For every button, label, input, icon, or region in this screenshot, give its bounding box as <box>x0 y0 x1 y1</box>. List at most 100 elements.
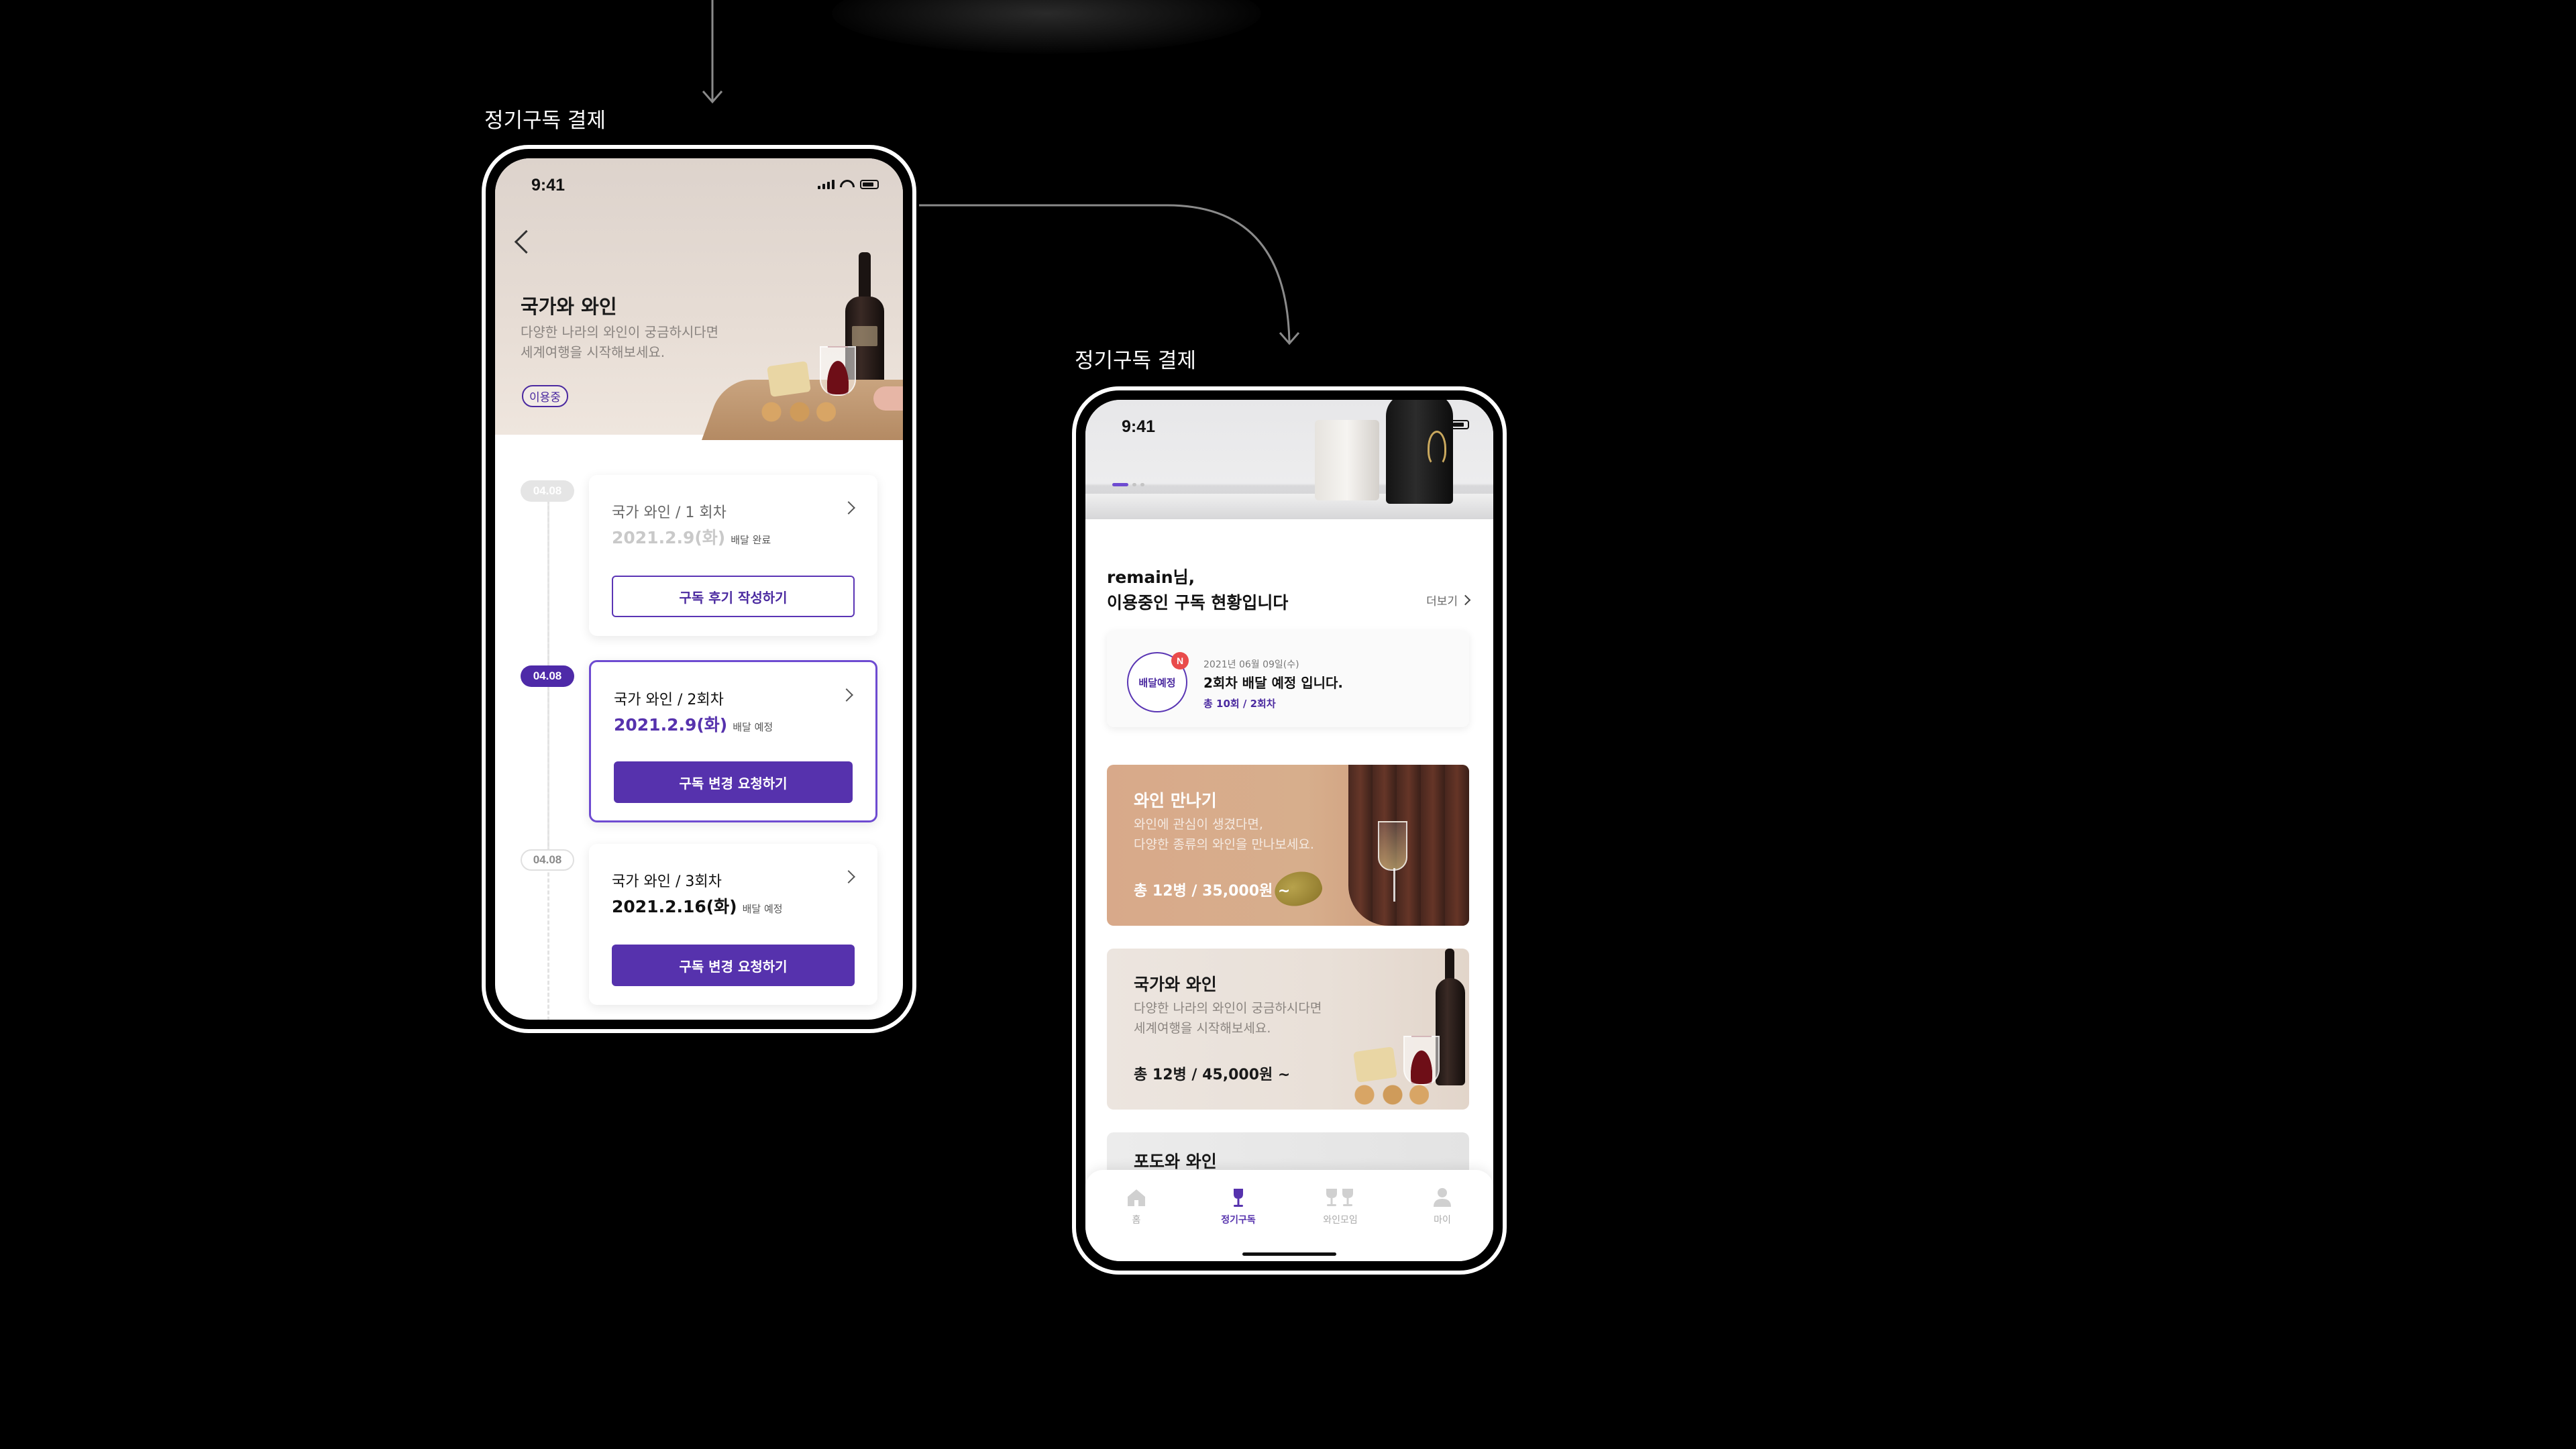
chevron-right-icon[interactable] <box>842 501 855 515</box>
delivery-date: 2021.2.9(화) <box>614 715 728 735</box>
delivery-status: 배달 완료 <box>731 534 771 546</box>
status-card-message: 2회차 배달 예정 입니다. <box>1203 675 1344 691</box>
timeline-date-badge: 04.08 <box>521 849 574 871</box>
status-bar: 9:41 <box>495 158 903 205</box>
wine-glass-stem <box>1393 868 1395 902</box>
delivery-date-line: 2021.2.9(화) 배달 완료 <box>612 525 771 549</box>
bottom-tab-bar: 홈 정기구독 와인모임 마이 <box>1085 1170 1493 1261</box>
wine-glass-icon <box>1234 1189 1243 1207</box>
product-description: 다양한 나라의 와인이 궁금하시다면 세계여행을 시작해보세요. <box>1134 998 1375 1038</box>
carousel-indicator[interactable] <box>1112 483 1144 486</box>
wine-glasses-icon <box>1326 1189 1353 1206</box>
delivery-date: 2021.2.9(화) <box>612 528 726 547</box>
chevron-right-icon <box>1460 594 1471 606</box>
person-icon <box>1434 1188 1451 1207</box>
greeting-name: remain님, <box>1107 568 1195 587</box>
chevron-right-icon[interactable] <box>840 688 853 702</box>
product-title: 와인 만나기 <box>1134 791 1217 810</box>
tab-label: 마이 <box>1434 1215 1451 1226</box>
product-description: 와인에 관심이 생겼다면, 다양한 종류의 와인을 만나보세요. <box>1134 814 1375 855</box>
delivery-title: 국가 와인 / 2회차 <box>614 692 724 708</box>
status-bar: 9:41 <box>1085 400 1493 447</box>
wine-bottle-image <box>1436 949 1465 1085</box>
screen-caption-left: 정기구독 결제 <box>484 109 606 133</box>
tab-label: 정기구독 <box>1221 1215 1256 1226</box>
status-icons <box>818 178 879 189</box>
tab-wine-meetup[interactable]: 와인모임 <box>1289 1170 1391 1261</box>
more-label: 더보기 <box>1426 595 1458 608</box>
delivery-status: 배달 예정 <box>742 903 783 915</box>
timeline-date-badge: 04.08 <box>521 665 574 687</box>
greeting-subtitle: 이용중인 구독 현황입니다 <box>1107 593 1289 612</box>
request-change-button[interactable]: 구독 변경 요청하기 <box>614 761 853 803</box>
phone-frame-subscription-detail: 국가와 와인 다양한 나라의 와인이 궁금하시다면 세계여행을 시작해보세요. … <box>482 145 916 1033</box>
product-desc-line1: 다양한 나라의 와인이 궁금하시다면 <box>1134 1001 1322 1016</box>
phone-screen: 국가와 와인 다양한 나라의 와인이 궁금하시다면 세계여행을 시작해보세요. … <box>495 158 903 1020</box>
battery-icon <box>860 180 879 189</box>
delivery-status: 배달 예정 <box>733 721 773 733</box>
product-desc-line1: 와인에 관심이 생겼다면, <box>1134 817 1263 832</box>
delivery-title: 국가 와인 / 3회차 <box>612 873 722 890</box>
cheese-image <box>767 361 811 397</box>
greeting: remain님, 이용중인 구독 현황입니다 <box>1107 565 1288 616</box>
hero-desc-line1: 다양한 나라의 와인이 궁금하시다면 <box>521 324 719 340</box>
hero-desc-line2: 세계여행을 시작해보세요. <box>521 344 665 360</box>
delivery-card-round-2[interactable]: 국가 와인 / 2회차 2021.2.9(화) 배달 예정 구독 변경 요청하기 <box>589 660 877 822</box>
flow-arrow-curve-line <box>919 204 1291 343</box>
timeline-dashed-line <box>547 494 549 1020</box>
hero-description: 다양한 나라의 와인이 궁금하시다면 세계여행을 시작해보세요. <box>521 322 762 362</box>
status-card-date: 2021년 06월 09일(수) <box>1203 659 1299 670</box>
battery-icon <box>1450 420 1469 429</box>
hero-title: 국가와 와인 <box>521 295 617 318</box>
product-card-wine-meet[interactable]: 와인 만나기 와인에 관심이 생겼다면, 다양한 종류의 와인을 만나보세요. … <box>1107 765 1469 926</box>
screen-caption-right: 정기구독 결제 <box>1075 349 1196 373</box>
phone-screen: 9:41 remain님, 이용중인 구독 현황입니다 더보기 배달예정 N 2… <box>1085 400 1493 1261</box>
tab-home[interactable]: 홈 <box>1085 1170 1187 1261</box>
product-desc-line2: 다양한 종류의 와인을 만나보세요. <box>1134 837 1314 852</box>
in-use-badge: 이용중 <box>522 385 568 407</box>
product-title: 국가와 와인 <box>1134 975 1217 994</box>
cheese-image <box>1353 1046 1397 1083</box>
product-title: 포도와 와인 <box>1134 1152 1217 1171</box>
tab-label: 홈 <box>1132 1215 1141 1226</box>
delivery-date: 2021.2.16(화) <box>612 897 737 916</box>
product-desc-line2: 세계여행을 시작해보세요. <box>1134 1021 1271 1036</box>
flow-arrow-down-head <box>702 91 723 104</box>
product-card-country-wine[interactable]: 국가와 와인 다양한 나라의 와인이 궁금하시다면 세계여행을 시작해보세요. … <box>1107 949 1469 1110</box>
product-price: 총 12병 / 45,000원 ~ <box>1134 1067 1291 1083</box>
chevron-right-icon[interactable] <box>842 870 855 883</box>
delivery-title: 국가 와인 / 1 회차 <box>612 504 727 521</box>
top-glow-decoration <box>832 0 1261 54</box>
delivery-date-line: 2021.2.16(화) 배달 예정 <box>612 894 783 918</box>
wifi-icon <box>840 178 855 189</box>
more-link[interactable]: 더보기 <box>1426 592 1471 608</box>
crackers-image <box>1348 1083 1429 1107</box>
tab-my[interactable]: 마이 <box>1391 1170 1493 1261</box>
status-time: 9:41 <box>1122 417 1156 436</box>
tab-label: 와인모임 <box>1323 1215 1358 1226</box>
request-change-button[interactable]: 구독 변경 요청하기 <box>612 945 855 986</box>
status-icons <box>1450 420 1469 429</box>
status-card-progress: 총 10회 / 2회차 <box>1203 698 1276 710</box>
new-badge: N <box>1171 652 1189 669</box>
crackers-image <box>755 400 836 424</box>
wine-glass-image <box>1378 821 1407 871</box>
wine-glass-image <box>820 346 856 396</box>
tab-subscription[interactable]: 정기구독 <box>1187 1170 1289 1261</box>
delivery-date-line: 2021.2.9(화) 배달 예정 <box>614 712 773 736</box>
subscription-status-card[interactable]: 배달예정 N 2021년 06월 09일(수) 2회차 배달 예정 입니다. 총… <box>1107 631 1469 727</box>
phone-frame-subscription-home: 9:41 remain님, 이용중인 구독 현황입니다 더보기 배달예정 N 2… <box>1072 386 1507 1275</box>
status-time: 9:41 <box>531 176 566 195</box>
hand-image <box>873 386 903 411</box>
wine-glass-image <box>1403 1036 1440 1085</box>
flow-arrow-curve-head <box>1279 332 1300 345</box>
back-icon[interactable] <box>514 229 539 254</box>
write-review-button[interactable]: 구독 후기 작성하기 <box>612 576 855 617</box>
delivery-card-round-3[interactable]: 국가 와인 / 3회차 2021.2.16(화) 배달 예정 구독 변경 요청하기 <box>589 844 877 1005</box>
home-indicator[interactable] <box>1242 1252 1336 1256</box>
timeline-date-badge: 04.08 <box>521 480 574 502</box>
product-price: 총 12병 / 35,000원 ~ <box>1134 883 1291 900</box>
signal-icon <box>818 180 835 189</box>
delivery-card-round-1[interactable]: 국가 와인 / 1 회차 2021.2.9(화) 배달 완료 구독 후기 작성하기 <box>589 475 877 636</box>
home-icon <box>1128 1189 1145 1206</box>
